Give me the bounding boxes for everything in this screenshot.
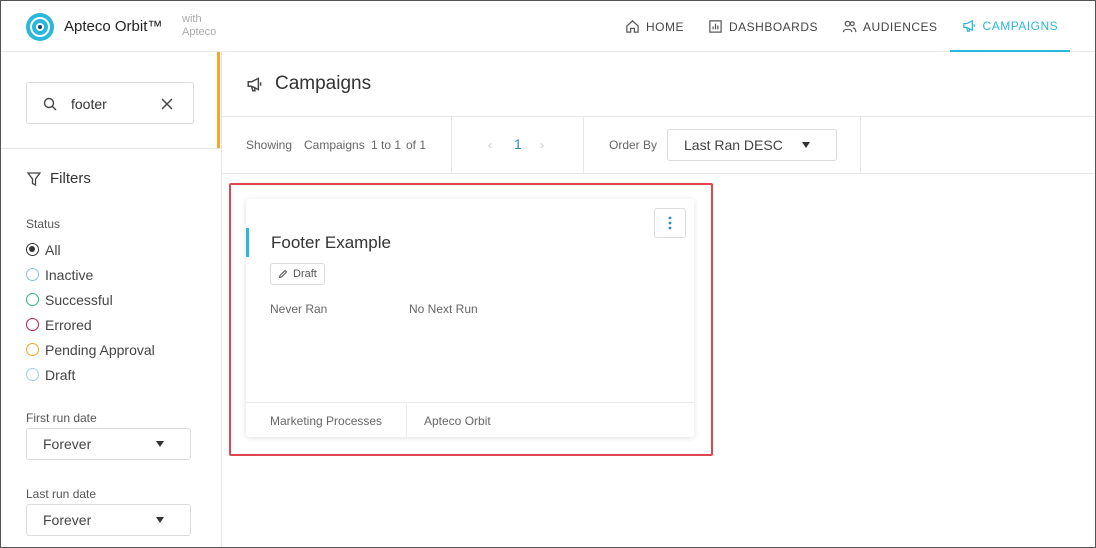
campaign-title[interactable]: Footer Example [271, 233, 391, 253]
card-footer-divider [406, 403, 407, 438]
total-label: of 1 [406, 138, 427, 152]
radio-button[interactable] [26, 293, 39, 306]
home-icon [626, 20, 639, 33]
status-option-successful[interactable]: Successful [26, 287, 155, 312]
page-header: Campaigns [222, 52, 1095, 117]
caret-down-icon [156, 441, 164, 447]
status-option-inactive[interactable]: Inactive [26, 262, 155, 287]
sidebar-divider [1, 148, 221, 149]
showing-label: Showing [246, 138, 293, 152]
search-box [26, 82, 194, 124]
sidebar: Filters Status All Inactive Successful E… [1, 52, 222, 547]
last-run-date-select[interactable]: Forever [26, 504, 191, 536]
card-accent [246, 228, 249, 257]
card-menu-button[interactable] [654, 208, 686, 238]
filter-icon [26, 171, 42, 186]
nav-campaigns[interactable]: CAMPAIGNS [949, 1, 1071, 52]
nav-home[interactable]: HOME [613, 1, 696, 52]
current-page[interactable]: 1 [514, 136, 522, 152]
radio-button[interactable] [26, 318, 39, 331]
megaphone-icon [962, 19, 975, 32]
toolbar-divider [451, 117, 452, 173]
dashboard-icon [709, 20, 722, 33]
first-run-date-label: First run date [26, 411, 97, 425]
next-run-text: No Next Run [409, 302, 478, 316]
range-label: 1 to 1 [371, 138, 402, 152]
search-icon [43, 97, 57, 111]
status-option-draft[interactable]: Draft [26, 362, 155, 387]
prev-page-button[interactable]: ‹ [488, 138, 492, 152]
radio-button[interactable] [26, 368, 39, 381]
orbit-logo-icon[interactable] [25, 12, 55, 42]
first-run-date-select[interactable]: Forever [26, 428, 191, 460]
search-input[interactable] [71, 94, 151, 114]
main-content: Campaigns Showing Campaigns 1 to 1 of 1 … [222, 52, 1095, 547]
status-badge: Draft [270, 263, 325, 285]
status-filter-list: All Inactive Successful Errored Pending … [26, 237, 155, 387]
toolbar-divider [860, 117, 861, 173]
card-footer-category: Marketing Processes [270, 414, 383, 428]
brand-name: Apteco Orbit™ [64, 18, 163, 35]
list-toolbar: Showing Campaigns 1 to 1 of 1 ‹ 1 › Orde… [222, 117, 1095, 174]
app-window: Apteco Orbit™ with Apteco HOME DASHBOARD… [0, 0, 1096, 548]
status-option-errored[interactable]: Errored [26, 312, 155, 337]
caret-down-icon [156, 517, 164, 523]
radio-button[interactable] [26, 243, 39, 256]
more-vertical-icon [668, 216, 672, 230]
status-label: Status [26, 217, 61, 231]
toolbar-divider [583, 117, 584, 173]
campaign-card[interactable]: Footer Example Draft Never Ran No Next R… [246, 199, 694, 438]
card-footer: Marketing Processes Apteco Orbit [246, 402, 694, 438]
with-apteco: with Apteco [182, 13, 217, 38]
main-nav: HOME DASHBOARDS AUDIENCES CAMPAIGNS [613, 1, 1071, 52]
order-by-label: Order By [609, 138, 658, 152]
nav-dashboards[interactable]: DASHBOARDS [696, 1, 830, 52]
status-option-all[interactable]: All [26, 237, 155, 262]
card-footer-system: Apteco Orbit [424, 414, 491, 428]
page-title: Campaigns [275, 73, 372, 94]
last-run-text: Never Ran [270, 302, 328, 316]
filters-heading: Filters [26, 170, 91, 187]
next-page-button[interactable]: › [540, 138, 544, 152]
status-option-pending-approval[interactable]: Pending Approval [26, 337, 155, 362]
top-bar: Apteco Orbit™ with Apteco HOME DASHBOARD… [1, 1, 1095, 52]
close-icon[interactable] [159, 96, 175, 112]
megaphone-icon [247, 77, 262, 92]
order-by-select[interactable]: Last Ran DESC [667, 129, 837, 161]
entity-label: Campaigns [304, 138, 365, 152]
nav-audiences[interactable]: AUDIENCES [830, 1, 950, 52]
radio-button[interactable] [26, 268, 39, 281]
sidebar-accent [217, 52, 220, 148]
last-run-date-label: Last run date [26, 487, 97, 501]
pencil-icon [278, 269, 288, 279]
radio-button[interactable] [26, 343, 39, 356]
caret-down-icon [802, 142, 810, 148]
audiences-icon [842, 20, 857, 33]
